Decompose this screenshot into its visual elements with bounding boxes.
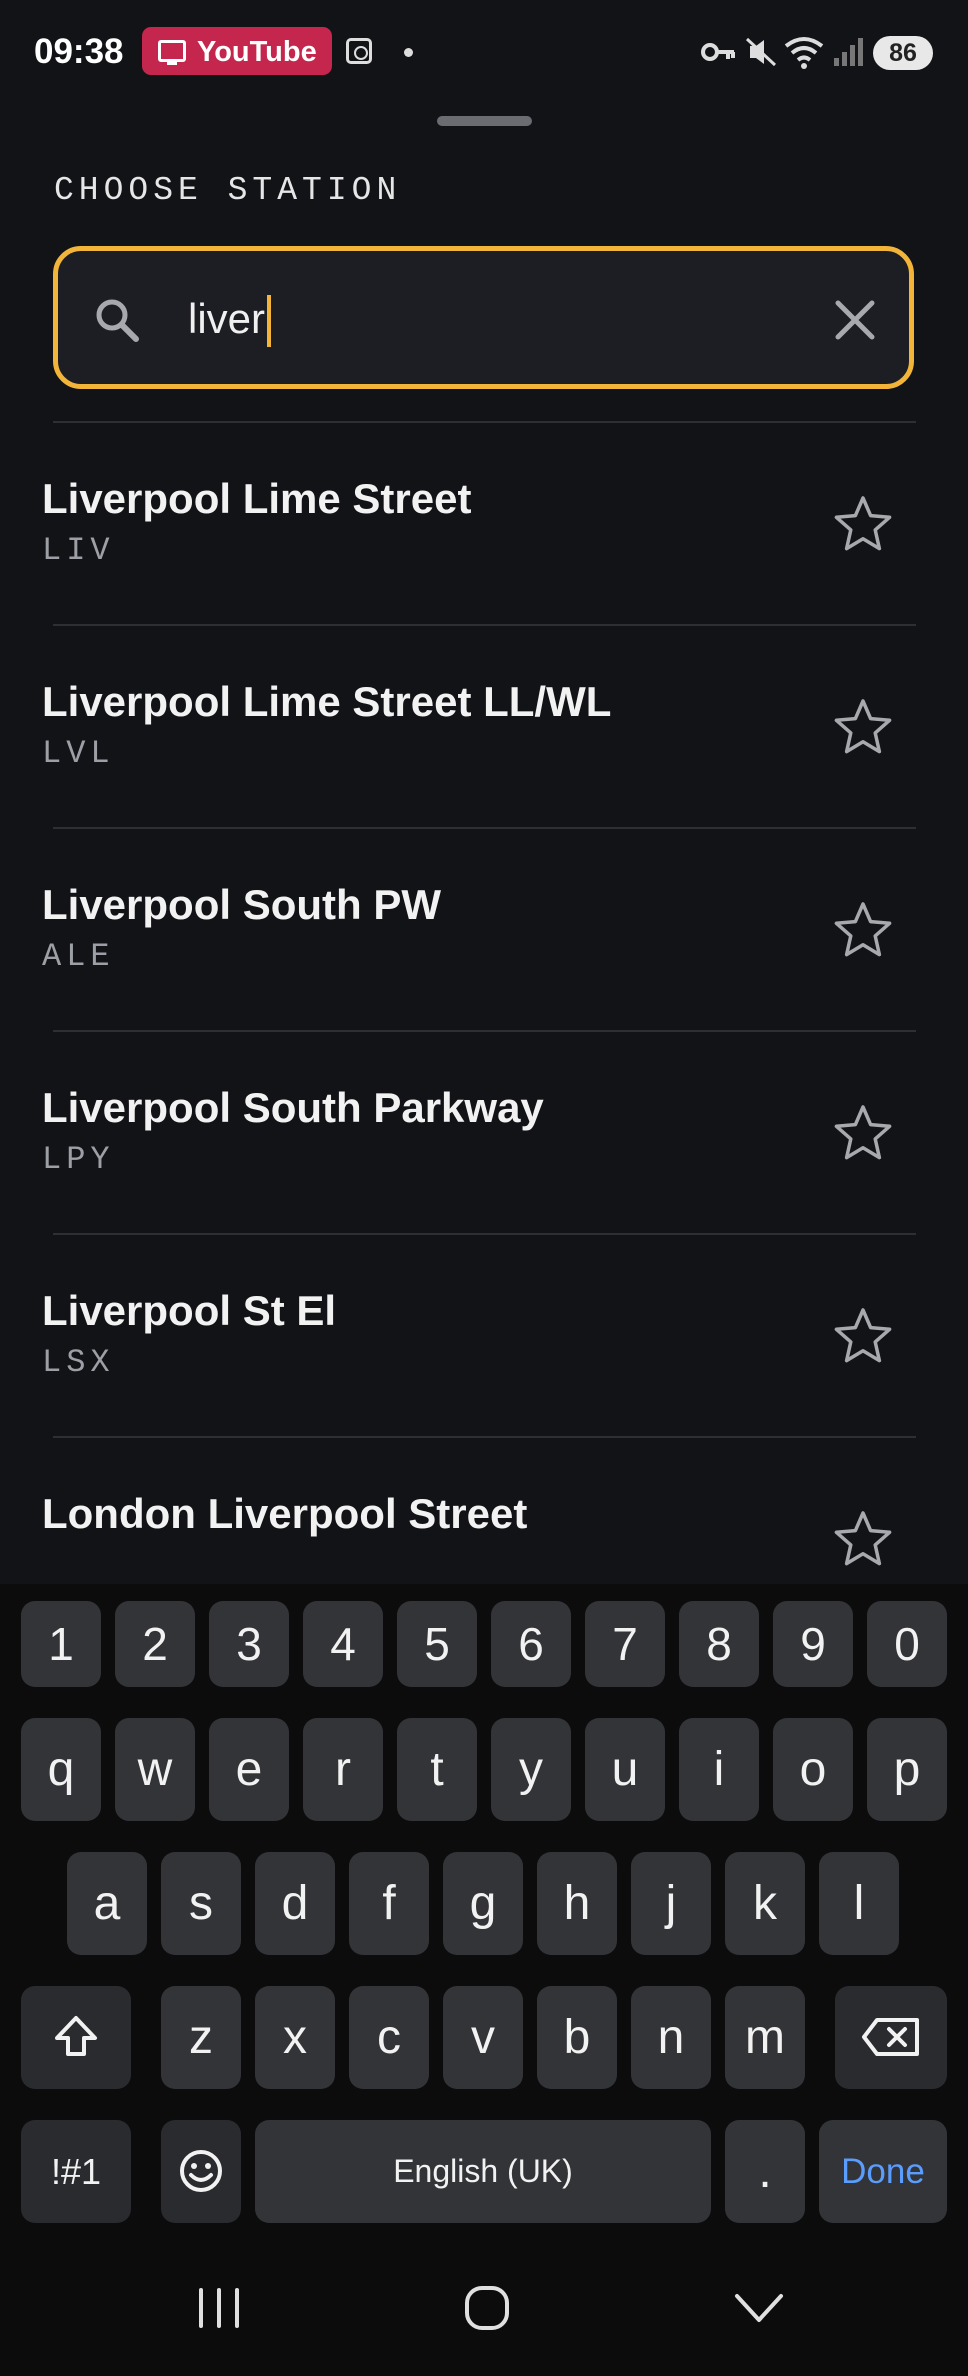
- station-code: ALE: [42, 938, 115, 975]
- station-row[interactable]: Liverpool South Parkway LPY: [0, 1032, 968, 1235]
- key-p[interactable]: p: [867, 1718, 947, 1821]
- star-icon[interactable]: [832, 1508, 894, 1570]
- key-5[interactable]: 5: [397, 1601, 477, 1687]
- star-icon[interactable]: [832, 1305, 894, 1367]
- station-code: LPY: [42, 1141, 115, 1178]
- shift-key[interactable]: [21, 1986, 131, 2089]
- key-w[interactable]: w: [115, 1718, 195, 1821]
- backspace-key[interactable]: [835, 1986, 947, 2089]
- station-row[interactable]: Liverpool St El LSX: [0, 1235, 968, 1438]
- star-icon[interactable]: [832, 899, 894, 961]
- text-cursor: [267, 295, 271, 347]
- key-q[interactable]: q: [21, 1718, 101, 1821]
- key-6[interactable]: 6: [491, 1601, 571, 1687]
- home-icon[interactable]: [463, 2284, 511, 2332]
- key-2[interactable]: 2: [115, 1601, 195, 1687]
- battery-icon: 86: [873, 36, 933, 70]
- star-icon[interactable]: [832, 696, 894, 758]
- shift-icon: [55, 2016, 97, 2056]
- backspace-icon: [862, 2018, 919, 2056]
- recents-icon[interactable]: [194, 2286, 244, 2330]
- key-j[interactable]: j: [631, 1852, 711, 1955]
- key-g[interactable]: g: [443, 1852, 523, 1955]
- key-c[interactable]: c: [349, 1986, 429, 2089]
- sheet-title: CHOOSE STATION: [54, 172, 402, 209]
- key-k[interactable]: k: [725, 1852, 805, 1955]
- key-1[interactable]: 1: [21, 1601, 101, 1687]
- key-v[interactable]: v: [443, 1986, 523, 2089]
- emoji-key[interactable]: [161, 2120, 241, 2223]
- key-b[interactable]: b: [537, 1986, 617, 2089]
- key-4[interactable]: 4: [303, 1601, 383, 1687]
- station-name: Liverpool South Parkway: [42, 1084, 544, 1131]
- search-input[interactable]: [188, 289, 748, 349]
- station-row[interactable]: London Liverpool Street: [0, 1438, 968, 1584]
- station-code: LIV: [42, 532, 115, 569]
- key-t[interactable]: t: [397, 1718, 477, 1821]
- station-row[interactable]: Liverpool South PW ALE: [0, 829, 968, 1032]
- period-key[interactable]: .: [725, 2120, 805, 2223]
- dot-icon: [404, 48, 413, 57]
- key-7[interactable]: 7: [585, 1601, 665, 1687]
- screen-cast-icon: [158, 40, 186, 65]
- key-0[interactable]: 0: [867, 1601, 947, 1687]
- search-icon: [96, 299, 139, 342]
- done-key[interactable]: Done: [819, 2120, 947, 2223]
- key-o[interactable]: o: [773, 1718, 853, 1821]
- key-e[interactable]: e: [209, 1718, 289, 1821]
- key-f[interactable]: f: [349, 1852, 429, 1955]
- station-code: LVL: [42, 735, 115, 772]
- search-box[interactable]: [53, 246, 914, 389]
- station-name: Liverpool St El: [42, 1287, 337, 1334]
- status-time: 09:38: [34, 32, 124, 71]
- youtube-chip-label: YouTube: [197, 36, 317, 68]
- on-screen-keyboard: 1 2 3 4 5 6 7 8 9 0 q w e r t y u i o p …: [0, 1584, 968, 2240]
- sheet-drag-handle[interactable]: [437, 116, 532, 126]
- key-9[interactable]: 9: [773, 1601, 853, 1687]
- star-icon[interactable]: [832, 1102, 894, 1164]
- station-name: Liverpool Lime Street: [42, 475, 472, 522]
- mute-icon: [745, 37, 777, 67]
- vpn-key-icon: [701, 43, 735, 61]
- key-h[interactable]: h: [537, 1852, 617, 1955]
- clear-search-button[interactable]: [828, 293, 882, 347]
- key-a[interactable]: a: [67, 1852, 147, 1955]
- key-m[interactable]: m: [725, 1986, 805, 2089]
- key-n[interactable]: n: [631, 1986, 711, 2089]
- system-nav-bar: [0, 2240, 968, 2376]
- star-icon[interactable]: [832, 493, 894, 555]
- back-chevron-down-icon[interactable]: [733, 2290, 785, 2326]
- emoji-icon: [180, 2150, 222, 2192]
- key-y[interactable]: y: [491, 1718, 571, 1821]
- wifi-icon: [784, 37, 824, 69]
- key-3[interactable]: 3: [209, 1601, 289, 1687]
- station-name: Liverpool South PW: [42, 881, 441, 928]
- key-l[interactable]: l: [819, 1852, 899, 1955]
- key-s[interactable]: s: [161, 1852, 241, 1955]
- youtube-chip[interactable]: YouTube: [142, 27, 332, 75]
- station-code: LSX: [42, 1344, 115, 1381]
- status-bar: 09:38 YouTube 86: [0, 0, 968, 108]
- space-key[interactable]: English (UK): [255, 2120, 711, 2223]
- key-8[interactable]: 8: [679, 1601, 759, 1687]
- key-x[interactable]: x: [255, 1986, 335, 2089]
- key-i[interactable]: i: [679, 1718, 759, 1821]
- symbols-key[interactable]: !#1: [21, 2120, 131, 2223]
- station-name: Liverpool Lime Street LL/WL: [42, 678, 612, 725]
- screenshot-icon: [346, 38, 372, 64]
- signal-icon: [834, 38, 863, 66]
- station-row[interactable]: Liverpool Lime Street LIV: [0, 423, 968, 626]
- key-u[interactable]: u: [585, 1718, 665, 1821]
- key-r[interactable]: r: [303, 1718, 383, 1821]
- station-row[interactable]: Liverpool Lime Street LL/WL LVL: [0, 626, 968, 829]
- key-z[interactable]: z: [161, 1986, 241, 2089]
- station-name: London Liverpool Street: [42, 1490, 528, 1537]
- key-d[interactable]: d: [255, 1852, 335, 1955]
